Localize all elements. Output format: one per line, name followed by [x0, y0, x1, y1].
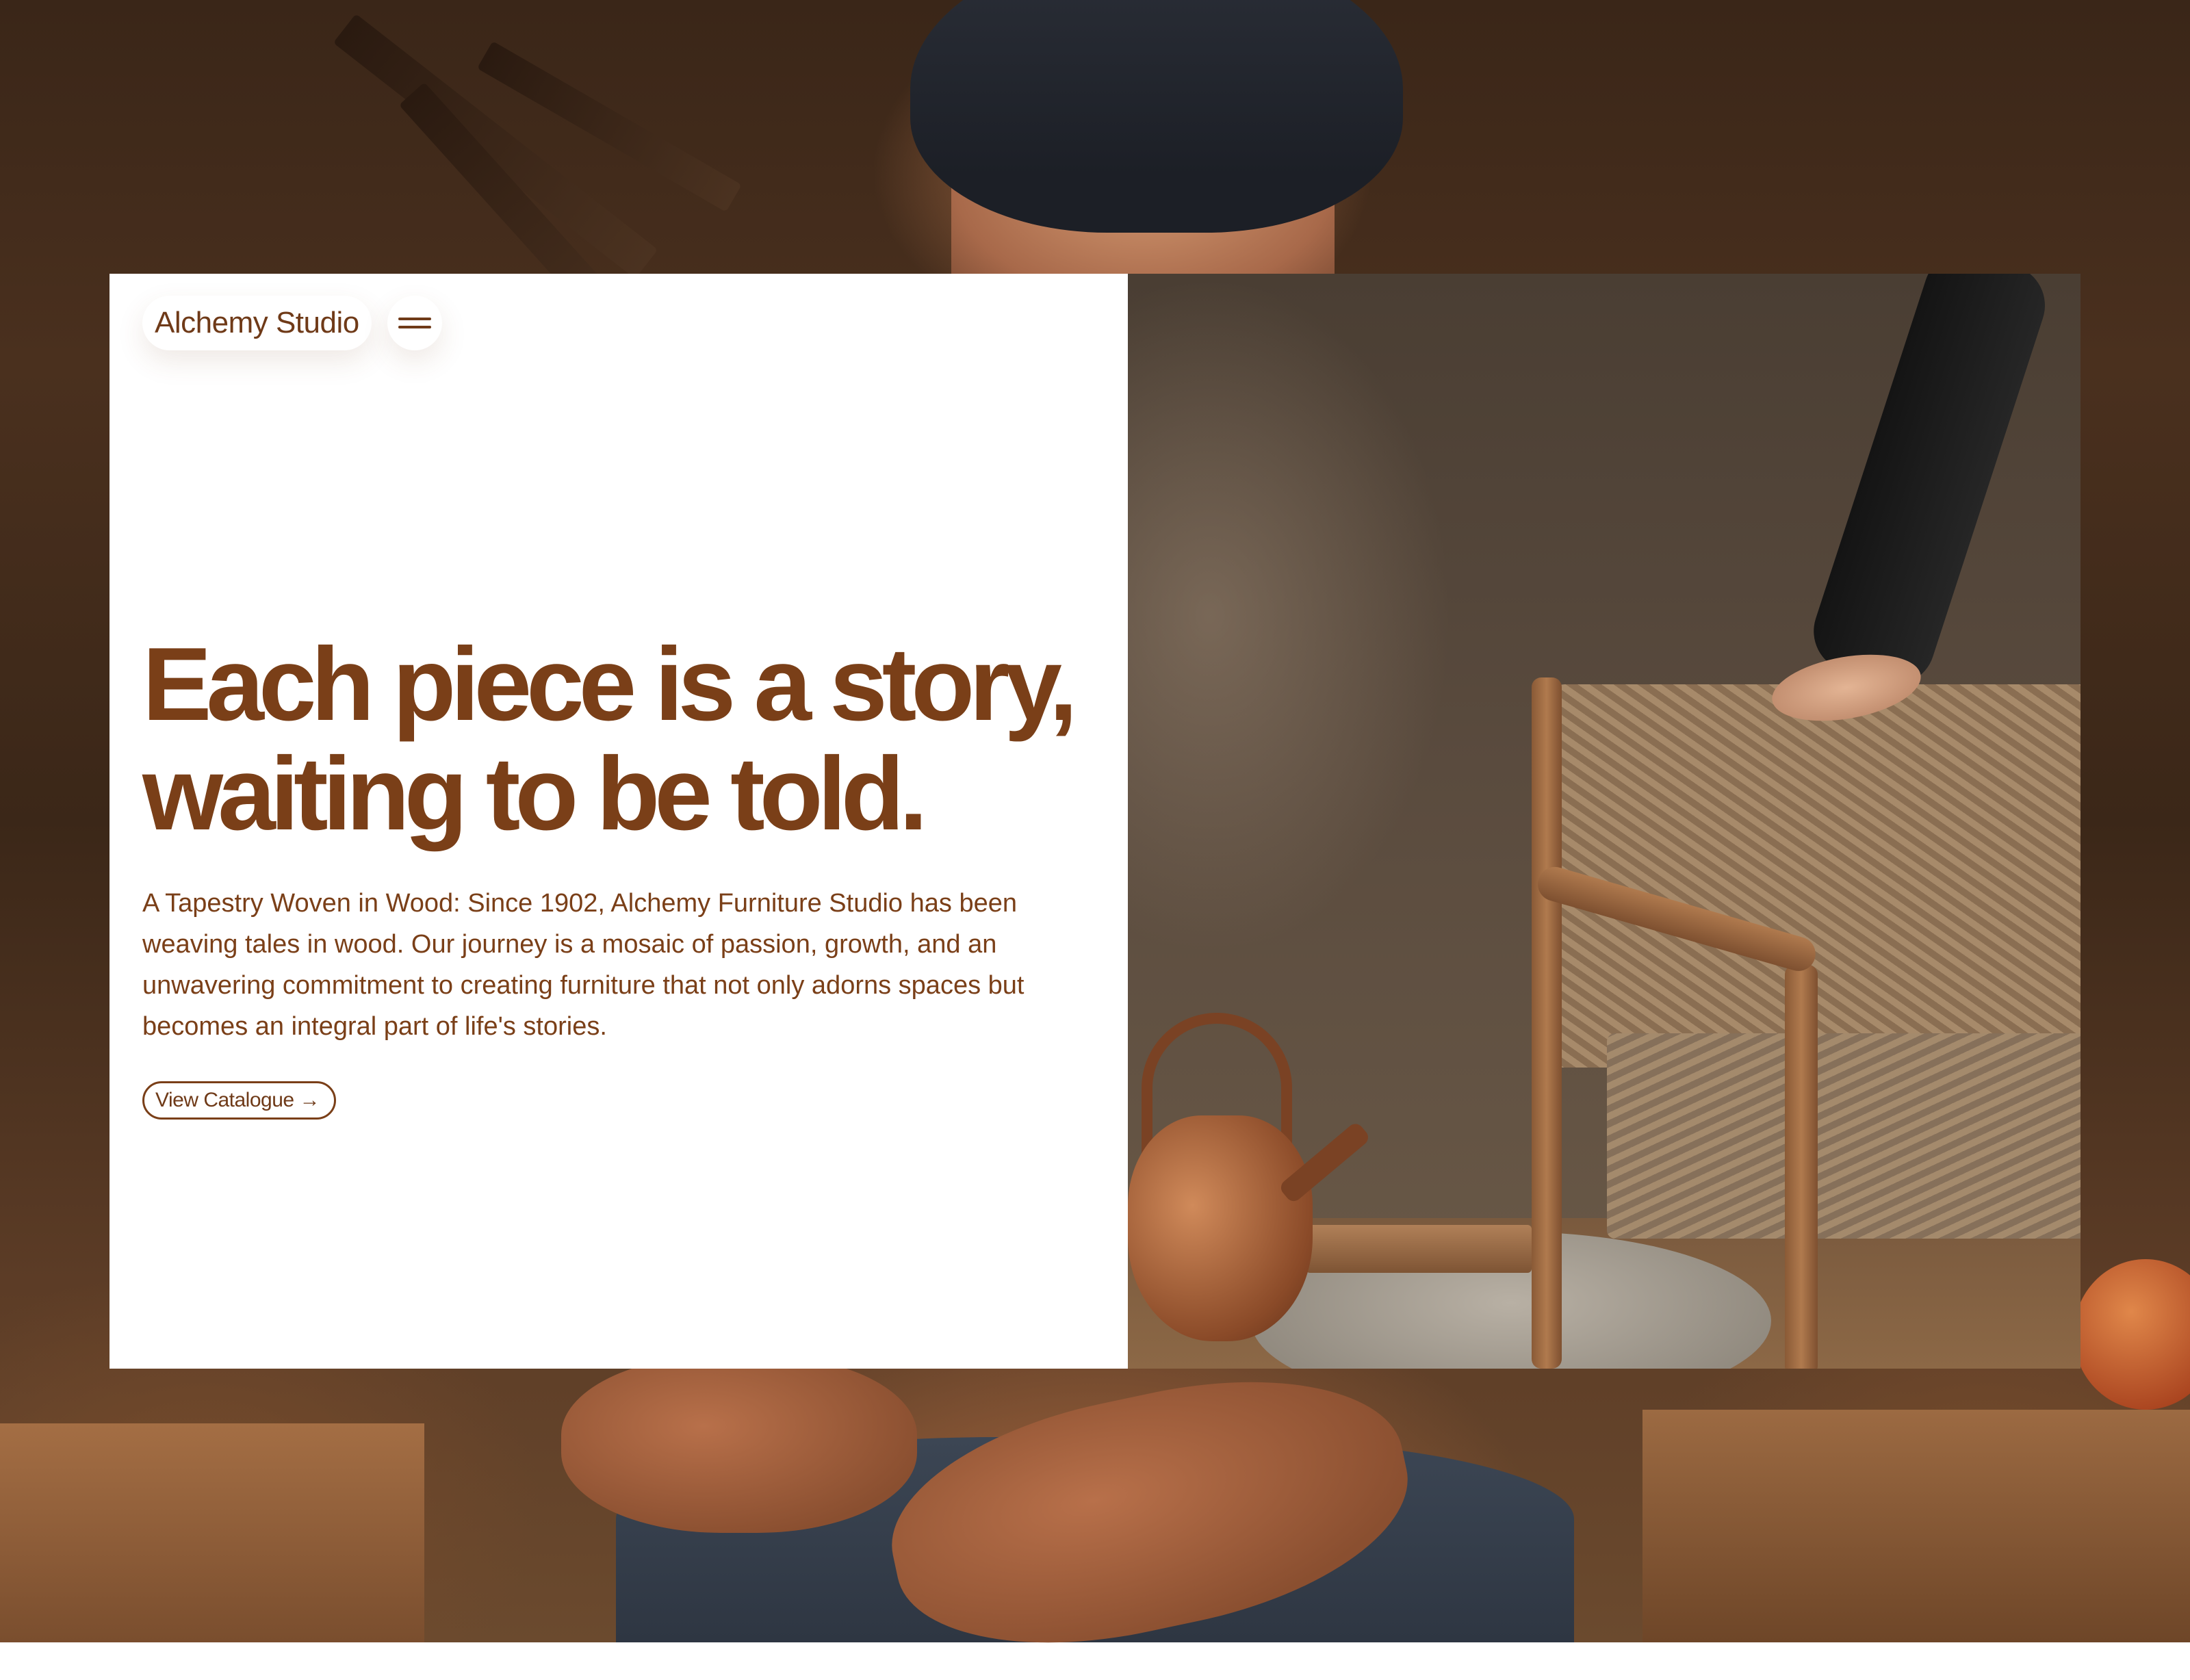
- background-workbench-left: [0, 1423, 424, 1642]
- view-catalogue-label: View Catalogue: [155, 1089, 294, 1111]
- hero-photo-panel: [1128, 274, 2080, 1369]
- background-workbench-right: [1642, 1410, 2190, 1642]
- brand-pill[interactable]: Alchemy Studio: [142, 296, 372, 350]
- hero-headline-line-1: Each piece is a story,: [142, 626, 1078, 742]
- hero-headline-line-2: waiting to be told.: [142, 736, 928, 852]
- arrow-right-icon: →: [299, 1089, 320, 1111]
- hero-text-panel: Alchemy Studio Each piece is a story, wa…: [110, 274, 1128, 1369]
- brand-name[interactable]: Alchemy Studio: [155, 306, 359, 340]
- photo-person-arm: [1803, 274, 2056, 696]
- photo-chair-seat: [1607, 1033, 2080, 1239]
- photo-copper-kettle: [1128, 1115, 1313, 1341]
- menu-button[interactable]: [387, 296, 442, 350]
- background-craftsman-hand: [561, 1355, 917, 1533]
- hero-card: Alchemy Studio Each piece is a story, wa…: [110, 274, 2080, 1369]
- photo-chair-leg: [1532, 677, 1562, 1369]
- photo-wooden-tray: [1306, 1225, 1532, 1273]
- hero-headline: Each piece is a story, waiting to be tol…: [142, 630, 1114, 849]
- background-fruit: [2074, 1259, 2190, 1410]
- view-catalogue-button[interactable]: View Catalogue →: [142, 1081, 336, 1120]
- photo-chair-leg: [1785, 965, 1818, 1369]
- hamburger-menu-icon: [398, 316, 431, 330]
- hero-description: A Tapestry Woven in Wood: Since 1902, Al…: [142, 889, 1025, 1041]
- background-craftsman-cap: [910, 0, 1403, 233]
